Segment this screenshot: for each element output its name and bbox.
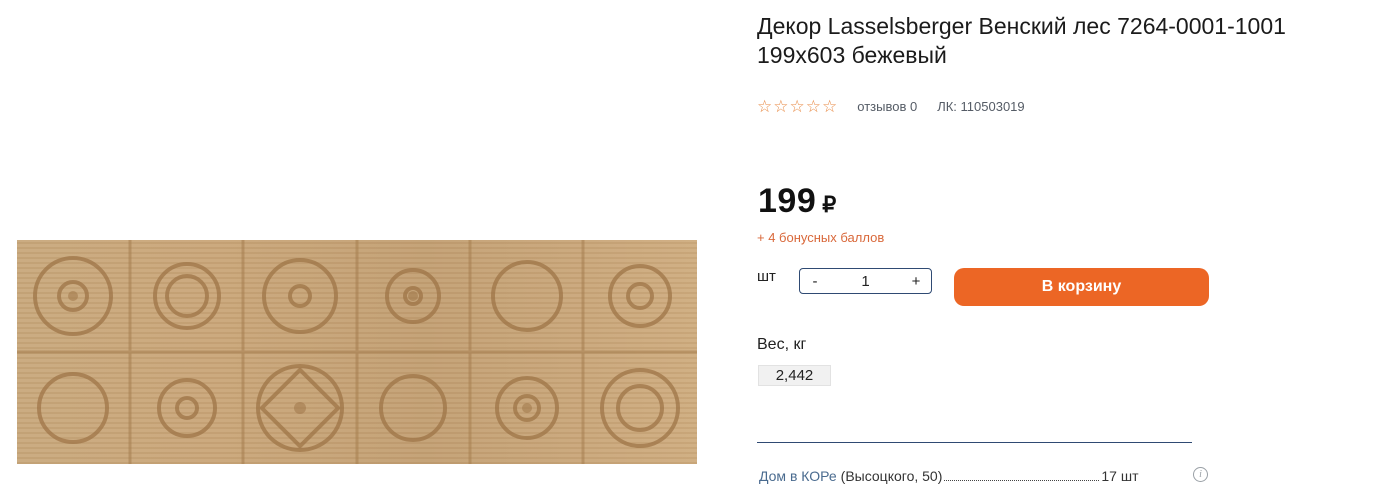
reviews-link[interactable]: отзывов 0 bbox=[857, 99, 917, 114]
quantity-stepper: - 1 + bbox=[799, 268, 932, 294]
add-to-cart-button[interactable]: В корзину bbox=[954, 268, 1209, 306]
rating-stars[interactable]: ☆ ☆ ☆ ☆ ☆ bbox=[757, 98, 837, 115]
sku-label: ЛК: 110503019 bbox=[937, 98, 1025, 114]
qty-input[interactable]: 1 bbox=[830, 273, 901, 290]
rating-row: ☆ ☆ ☆ ☆ ☆ отзывов 0 ЛК: 110503019 bbox=[757, 96, 1025, 116]
price-value: 199 bbox=[758, 182, 817, 220]
store-address: (Высоцкого, 50) bbox=[840, 468, 943, 484]
price: 199 ₽ bbox=[758, 182, 836, 221]
star-outline-icon: ☆ bbox=[805, 96, 821, 116]
product-image[interactable] bbox=[17, 240, 697, 464]
store-name-link[interactable]: Дом в КОРе bbox=[759, 468, 837, 484]
store-availability-row: Дом в КОРе (Высоцкого, 50) 17 шт bbox=[759, 466, 1209, 484]
star-outline-icon: ☆ bbox=[757, 96, 773, 116]
unit-label: шт bbox=[757, 268, 776, 285]
star-outline-icon: ☆ bbox=[773, 96, 789, 116]
stock-count: 17 шт bbox=[1101, 468, 1139, 484]
qty-increase-button[interactable]: + bbox=[901, 273, 931, 290]
tile-pattern bbox=[17, 240, 697, 464]
weight-value: 2,442 bbox=[758, 365, 831, 386]
star-outline-icon: ☆ bbox=[789, 96, 805, 116]
bonus-points: + 4 бонусных баллов bbox=[757, 230, 885, 245]
product-title: Декор Lasselsberger Венский лес 7264-000… bbox=[757, 13, 1286, 68]
star-outline-icon: ☆ bbox=[822, 96, 838, 116]
divider bbox=[757, 442, 1192, 443]
info-icon[interactable]: i bbox=[1193, 467, 1208, 482]
dotted-leader bbox=[944, 467, 1100, 481]
currency-symbol: ₽ bbox=[822, 192, 837, 217]
qty-decrease-button[interactable]: - bbox=[800, 273, 830, 290]
weight-label: Вес, кг bbox=[757, 336, 807, 353]
